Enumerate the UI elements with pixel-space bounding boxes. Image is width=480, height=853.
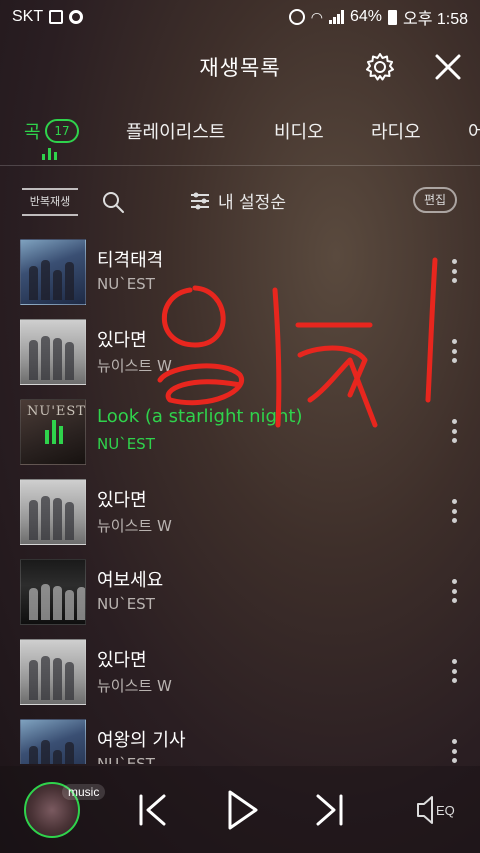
song-title: 여보세요 [97,570,164,591]
signal-icon [328,10,344,24]
song-title: 티격태격 [97,250,164,271]
song-title: 여왕의 기사 [97,730,186,751]
sort-label: 내 설정순 [218,193,286,213]
album-art [20,319,86,385]
battery-icon [387,9,397,25]
next-track-icon[interactable] [310,788,350,832]
eq-button[interactable]: EQ [414,792,458,828]
song-artist: 뉴이스트 W [97,517,172,535]
song-artist: NU`EST [97,595,155,613]
list-item[interactable]: 있다면 뉴이스트 W [0,472,480,552]
more-options-icon[interactable] [450,659,458,683]
close-icon[interactable] [432,51,464,83]
tab-playlists[interactable]: 플레이리스트 [126,118,225,144]
more-options-icon[interactable] [450,499,458,523]
list-toolbar: 반복재생 내 설정순 편집 [0,178,480,224]
page-title: 재생목록 [199,56,281,80]
list-item[interactable]: 여보세요 NU`EST [0,552,480,632]
header: 재생목록 [0,34,480,100]
sort-sliders-icon [191,192,209,209]
list-item[interactable]: 티격태격 NU`EST [0,232,480,312]
album-art [20,479,86,545]
more-options-icon[interactable] [450,739,458,763]
play-icon[interactable] [222,788,262,832]
album-art [20,239,86,305]
alarm-icon [288,9,305,25]
clock: 오후 1:58 [402,11,468,28]
tab-radio[interactable]: 라디오 [371,118,421,144]
album-art [20,719,86,764]
edit-button[interactable]: 편집 [413,187,457,213]
battery-percent: 64% [349,8,382,25]
speaker-icon: EQ [417,796,455,824]
album-art: NU'EST [20,399,86,465]
more-options-icon[interactable] [450,579,458,603]
list-item[interactable]: 있다면 뉴이스트 W [0,312,480,392]
list-item[interactable]: 여왕의 기사 NU`EST [0,712,480,764]
repeat-button[interactable]: 반복재생 [22,188,78,216]
song-artist: 뉴이스트 W [97,357,172,375]
song-title: 있다면 [97,490,147,511]
gallery-icon [49,10,64,24]
more-options-icon[interactable] [450,419,458,443]
song-artist: NU`EST [97,435,155,453]
gear-icon[interactable] [364,51,396,83]
sort-button[interactable]: 내 설정순 [190,188,286,213]
song-title: 있다면 [97,330,147,351]
eq-label: EQ [436,803,455,818]
more-options-icon[interactable] [450,259,458,283]
list-item[interactable]: 있다면 뉴이스트 W [0,632,480,712]
tab-videos[interactable]: 비디오 [274,118,324,144]
notification-icon [69,10,84,24]
carrier-label: SKT [12,8,44,25]
tab-songs[interactable]: 곡 [24,118,41,144]
wifi-icon: ◠ [310,8,323,25]
mini-player: music EQ [0,766,480,853]
previous-track-icon[interactable] [132,788,172,832]
tab-more[interactable]: 어 [468,118,480,144]
status-bar: SKT ◠ 64% 오후 1:58 [0,0,480,34]
album-art [20,639,86,705]
more-options-icon[interactable] [450,339,458,363]
search-icon[interactable] [101,190,125,214]
song-list[interactable]: 티격태격 NU`EST 있다면 뉴이스트 W NU'EST Look (a st… [0,232,480,764]
music-badge: music [62,784,106,800]
album-art [20,559,86,625]
song-title: 있다면 [97,650,147,671]
song-count-badge: 17 [45,119,79,143]
song-artist: 뉴이스트 W [97,677,172,695]
list-item-now-playing[interactable]: NU'EST Look (a starlight night) NU`EST [0,392,480,472]
song-artist: NU`EST [97,755,155,764]
now-playing-eq-icon [45,420,63,444]
song-title: Look (a starlight night) [97,406,303,427]
album-logo: NU'EST [27,404,86,419]
active-tab-indicator-icon [42,146,57,160]
song-artist: NU`EST [97,275,155,293]
